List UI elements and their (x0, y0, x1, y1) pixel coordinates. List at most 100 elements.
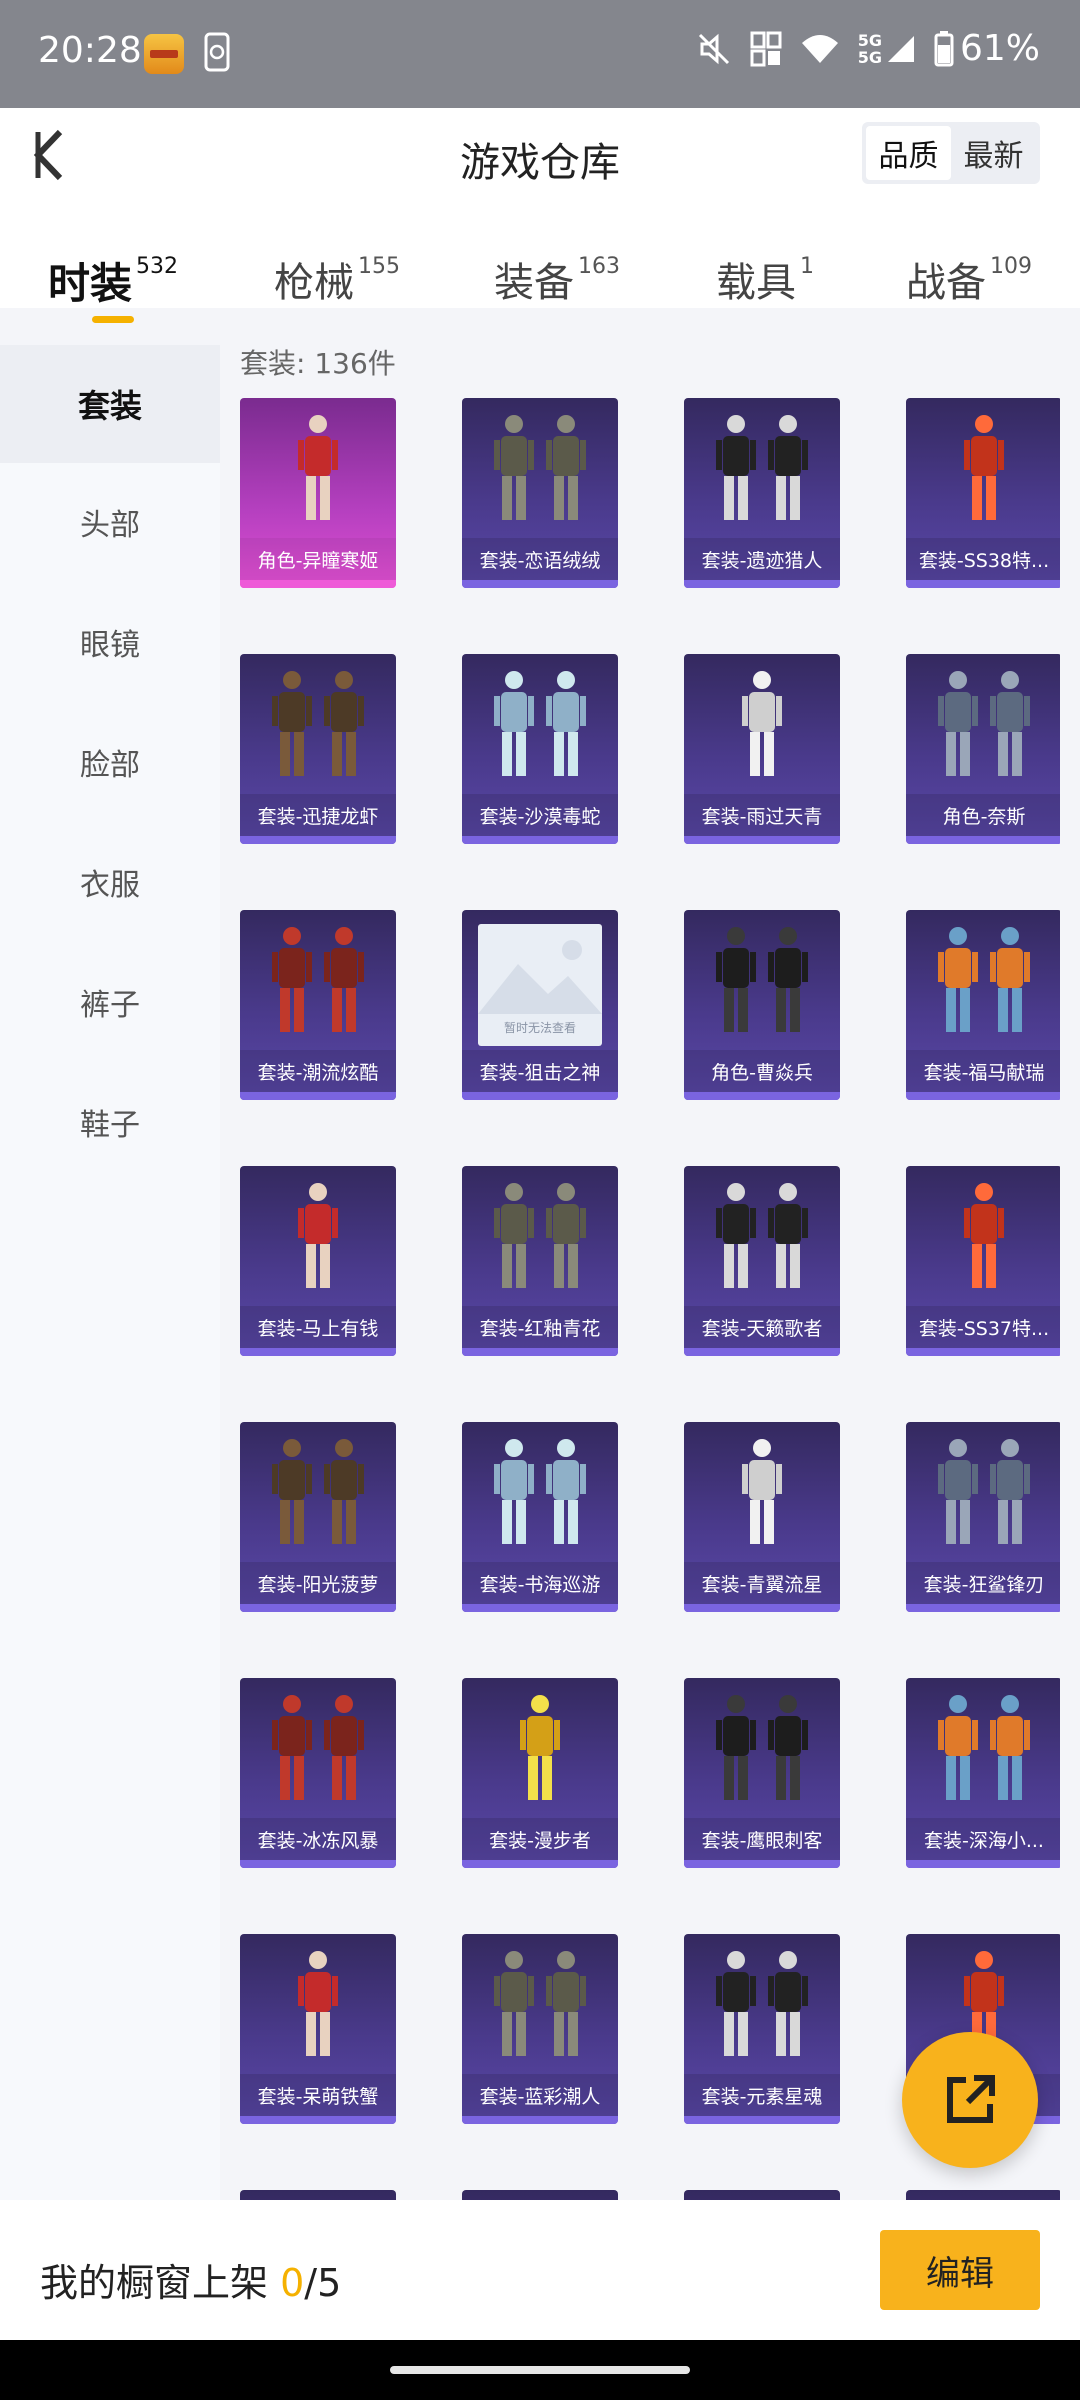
outfit-image (964, 415, 1004, 520)
sidebar-item-face[interactable]: 脸部 (0, 703, 220, 821)
item-card[interactable]: 套装-恋语绒绒 (462, 398, 618, 588)
item-card[interactable] (240, 2190, 396, 2200)
share-icon (947, 2075, 995, 2123)
network-type-bottom: 5G (857, 47, 882, 67)
outfit-image (742, 1439, 782, 1544)
item-card[interactable]: 套装-元素星魂 (684, 1934, 840, 2124)
item-name: 套装-SS37特... (906, 1306, 1060, 1348)
item-name: 套装-呆萌铁蟹 (240, 2074, 396, 2116)
status-time: 20:28 (38, 30, 142, 71)
status-bar: 20:28 5G 5G 61% (0, 0, 1080, 108)
item-name: 套装-红釉青花 (462, 1306, 618, 1348)
outfit-image (716, 415, 808, 520)
item-card[interactable]: 套装-SS37特... (906, 1166, 1060, 1356)
rarity-bar (906, 1348, 1060, 1356)
item-card[interactable]: 暂时无法查看套装-狙击之神 (462, 910, 618, 1100)
item-card[interactable]: 套装-阳光菠萝 (240, 1422, 396, 1612)
rarity-bar (462, 1604, 618, 1612)
outfit-image (938, 927, 1030, 1032)
item-card[interactable]: 套装-冰冻风暴 (240, 1678, 396, 1868)
unavailable-text: 暂时无法查看 (503, 1021, 576, 1035)
sidebar: 套装 头部 眼镜 脸部 衣服 裤子 鞋子 (0, 345, 220, 2200)
tab-equipment[interactable]: 装备 163 (494, 250, 620, 308)
item-card[interactable]: 套装-福马献瑞 (906, 910, 1060, 1100)
sort-quality-button[interactable]: 品质 (866, 126, 951, 180)
item-name: 套装-阳光菠萝 (240, 1562, 396, 1604)
item-card[interactable]: 套装-红釉青花 (462, 1166, 618, 1356)
sidebar-item-glasses[interactable]: 眼镜 (0, 583, 220, 701)
sort-latest-button[interactable]: 最新 (951, 126, 1036, 180)
item-card[interactable]: 套装-雨过天青 (684, 654, 840, 844)
sidebar-item-pants[interactable]: 裤子 (0, 943, 220, 1061)
item-card[interactable]: 套装-深海小... (906, 1678, 1060, 1868)
tab-label: 装备 (494, 260, 574, 306)
vibrate-icon (750, 31, 782, 66)
rarity-bar (462, 1092, 618, 1100)
item-card[interactable]: 套装-漫步者 (462, 1678, 618, 1868)
item-name: 套装-元素星魂 (684, 2074, 840, 2116)
item-card[interactable] (462, 2190, 618, 2200)
tab-gear[interactable]: 战备 109 (906, 250, 1032, 308)
item-name: 套装-狙击之神 (462, 1050, 618, 1092)
phone-sync-icon (204, 32, 230, 72)
active-tab-indicator (92, 316, 134, 323)
item-card[interactable]: 套装-天籁歌者 (684, 1166, 840, 1356)
rarity-bar (684, 836, 840, 844)
edit-button[interactable]: 编辑 (880, 2230, 1040, 2310)
share-button[interactable] (902, 2032, 1038, 2168)
rarity-bar (462, 1348, 618, 1356)
item-card[interactable]: 套装-青翼流星 (684, 1422, 840, 1612)
tab-count: 532 (136, 254, 179, 279)
rarity-bar (906, 1092, 1060, 1100)
sort-toggle: 品质 最新 (862, 122, 1040, 184)
outfit-image (716, 1183, 808, 1288)
rarity-bar (906, 580, 1060, 588)
bottom-bar: 我的橱窗上架 0/5 编辑 (0, 2200, 1080, 2340)
item-card[interactable]: 角色-奈斯 (906, 654, 1060, 844)
item-card[interactable]: 套装-狂鲨锋刃 (906, 1422, 1060, 1612)
rarity-bar (462, 2116, 618, 2124)
sidebar-item-suit[interactable]: 套装 (0, 345, 220, 463)
item-card[interactable]: 套装-鹰眼刺客 (684, 1678, 840, 1868)
home-gesture-bar[interactable] (390, 2366, 690, 2374)
item-card[interactable]: 套装-迅捷龙虾 (240, 654, 396, 844)
item-card[interactable]: 角色-曹焱兵 (684, 910, 840, 1100)
item-card[interactable]: 套装-呆萌铁蟹 (240, 1934, 396, 2124)
rarity-bar (462, 836, 618, 844)
showcase-current: 0 (280, 2261, 305, 2305)
rarity-bar (240, 836, 396, 844)
item-card[interactable]: 套装-遗迹猎人 (684, 398, 840, 588)
item-card[interactable] (906, 2190, 1060, 2200)
item-card[interactable]: 套装-沙漠毒蛇 (462, 654, 618, 844)
tab-fashion[interactable]: 时装 532 (48, 250, 178, 311)
outfit-image (520, 1695, 560, 1800)
item-card[interactable] (684, 2190, 840, 2200)
outfit-image (272, 1695, 364, 1800)
item-name: 套装-SS38特... (906, 538, 1060, 580)
outfit-image (494, 1439, 586, 1544)
item-card[interactable]: 套装-SS38特... (906, 398, 1060, 588)
signal-icon (887, 35, 914, 62)
item-card[interactable]: 套装-书海巡游 (462, 1422, 618, 1612)
item-card[interactable]: 套装-马上有钱 (240, 1166, 396, 1356)
outfit-image (938, 671, 1030, 776)
item-name: 套装-鹰眼刺客 (684, 1818, 840, 1860)
item-card[interactable]: 角色-异瞳寒姬 (240, 398, 396, 588)
item-card[interactable]: 套装-蓝彩潮人 (462, 1934, 618, 2124)
outfit-image (494, 415, 586, 520)
item-name: 套装-遗迹猎人 (684, 538, 840, 580)
rarity-bar (462, 580, 618, 588)
outfit-image (494, 1183, 586, 1288)
mountain-image-icon (478, 940, 602, 1014)
rarity-bar (240, 1604, 396, 1612)
item-name: 角色-异瞳寒姬 (240, 538, 396, 580)
tab-guns[interactable]: 枪械 155 (274, 250, 400, 308)
sidebar-item-shoes[interactable]: 鞋子 (0, 1063, 220, 1181)
sidebar-item-clothes[interactable]: 衣服 (0, 823, 220, 941)
outfit-image (742, 671, 782, 776)
rarity-bar (240, 1860, 396, 1868)
sidebar-item-head[interactable]: 头部 (0, 463, 220, 581)
tab-vehicles[interactable]: 载具 1 (716, 250, 814, 308)
item-name: 角色-曹焱兵 (684, 1050, 840, 1092)
item-card[interactable]: 套装-潮流炫酷 (240, 910, 396, 1100)
